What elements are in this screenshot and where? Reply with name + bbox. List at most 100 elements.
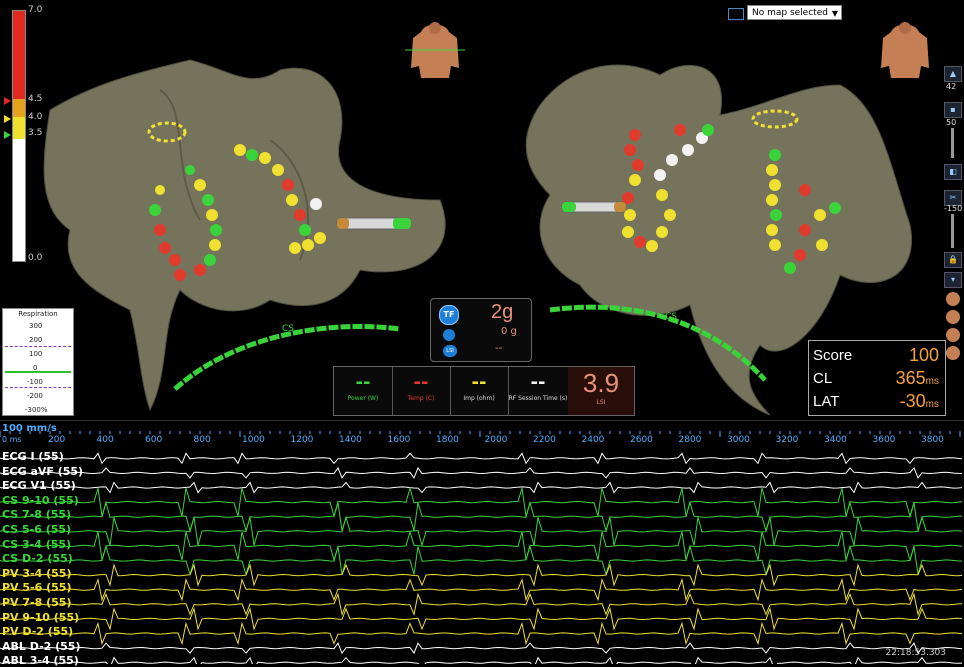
ruler-label: 1000 [242,435,265,445]
trace-label[interactable]: ECG I (55) [2,451,64,463]
trace-waveform [0,452,963,465]
dropdown-icon[interactable]: ▾ [944,272,962,288]
trace-label[interactable]: ABL D-2 (55) [2,640,80,653]
ablation-catheter-right[interactable] [560,198,630,222]
score-label: Score [813,347,853,364]
trace-label[interactable]: CS 9-10 (55) [2,494,79,507]
ruler-label: 3800 [921,435,944,445]
trace-waveform [0,500,963,533]
trace-waveform [0,642,963,655]
view-toolbar: ▲ 42 ▪ 50 ◧ ✂ -150 🔒 ▾ [944,66,962,366]
chevron-down-icon: ▼ [831,9,838,18]
metric-imp-value: -- [471,372,487,393]
trace-waveform [0,515,963,548]
ruler-label: 2000 [484,435,508,445]
ecg-signal-panel[interactable]: 100 mm/s 0 ms 200 400 600 800 1000 1200 1400 16… [0,420,964,667]
metric-impedance: -- Imp (ohm) [450,367,509,415]
ablation-catheter-left[interactable] [335,212,415,236]
zoom-value: 42 [946,82,957,91]
metric-imp-label: Imp (ohm) [463,395,495,402]
map-select[interactable]: No map selected ▼ [747,5,842,20]
ruler-label: 1600 [387,435,411,445]
map-grid-icon[interactable] [728,8,744,20]
metric-lsi: 3.9 LSI [568,367,634,415]
respiration-title: Respiration [18,310,58,318]
trace-label[interactable]: PV 3-4 (55) [2,567,71,580]
metric-lsi-value: 3.9 [582,368,620,398]
trace-waveform [0,466,963,479]
trace-label[interactable]: ECG aVF (55) [2,465,83,478]
trace-waveform [0,607,963,631]
lat-unit: ms [925,399,939,410]
cl-row: CL 365ms [813,368,939,392]
time-ruler-labels: 200 400 600 800 1000 1200 1400 1600 1800 2000 2200… [0,435,964,445]
head-view-4-icon[interactable] [946,346,960,360]
trace-waveform [0,621,963,646]
ruler-label: 2800 [678,435,702,445]
metric-rf-value: -- [530,372,546,393]
resp-tick: -100 [27,378,43,386]
resp-tick: 300 [29,322,43,330]
mountain-view-icon[interactable]: ▲ [944,66,962,82]
trace-label[interactable]: CS D-2 (55) [2,553,73,565]
score-panel: Score 100 CL 365ms LAT -30ms [808,340,946,416]
cs-label-left: CS [282,324,294,334]
trace-label[interactable]: PV 9-10 (55) [2,611,79,624]
resp-tick: -200 [27,392,43,400]
lat-row: LAT -30ms [813,391,939,415]
trace-waveform [0,577,963,602]
trace-label[interactable]: CS 5-6 (55) [2,524,71,536]
trace-label[interactable]: PV D-2 (55) [2,626,73,638]
scale-marker-red[interactable] [4,97,11,105]
head-view-3-icon[interactable] [946,328,960,342]
ruler-label: 3200 [775,435,799,445]
score-row: Score 100 [813,345,939,369]
metric-power-value: -- [355,372,371,393]
metric-temp-value: -- [413,372,429,393]
metric-rf-time: -- RF Session Time (s) [508,367,569,415]
torso-orientation-right-icon[interactable] [875,20,935,80]
scale-marker-yellow[interactable] [4,115,11,123]
ruler-label: 1200 [290,435,314,445]
ablation-tags-right [622,124,841,274]
ablation-tags-left [149,144,326,281]
trace-label[interactable]: PV 5-6 (55) [2,582,71,594]
cl-unit: ms [925,376,939,387]
ruler-label: 400 [96,435,114,445]
trace-label[interactable]: CS 7-8 (55) [2,509,71,521]
respiration-panel: Respiration 300 200 100 0 -100 -200 -300… [2,308,74,416]
trace-waveform [0,544,963,577]
trace-label[interactable]: ECG V1 (55) [2,480,76,492]
ruler-label: 1400 [339,435,362,445]
torso-orientation-left-icon[interactable] [405,20,465,80]
contact-sub-value: 0 g [501,326,517,337]
lat-label: LAT [813,393,840,410]
cs-label-right: CS [665,312,677,322]
camera-icon[interactable]: ▪ [944,102,962,118]
trace-label[interactable]: PV 7-8 (55) [2,597,71,609]
head-view-1-icon[interactable] [946,292,960,306]
scale-marker-green[interactable] [4,131,11,139]
metric-rf-label: RF Session Time (s) [508,395,568,402]
resp-tick: -300% [25,406,48,414]
trace-label[interactable]: CS 3-4 (55) [2,538,71,551]
head-view-2-icon[interactable] [946,310,960,324]
trace-label[interactable]: ABL 3-4 (55) [2,655,79,667]
scale-max: 7.0 [28,5,43,15]
select-icon[interactable]: ◧ [944,164,962,180]
lock-icon[interactable]: 🔒 [944,252,962,268]
ruler-label: 3600 [872,435,896,445]
slider1-value: 50 [946,118,957,127]
resp-signal [5,371,71,373]
slider1-track[interactable] [951,128,954,158]
ruler-label: 600 [145,435,163,445]
slider2-track[interactable] [951,214,954,248]
metric-power-label: Power (W) [347,395,379,402]
lsi-row-value: -- [495,343,503,354]
force-direction-icon [443,329,455,341]
trace-waveform [0,592,963,617]
3d-map-viewport[interactable]: 7.0 4.5 4.0 3.5 0.0 CS CS No map selecte… [0,0,964,420]
resp-threshold-high [5,346,71,347]
timestamp: 22:18:53.303 [885,648,946,658]
metric-power: -- Power (W) [334,367,393,415]
